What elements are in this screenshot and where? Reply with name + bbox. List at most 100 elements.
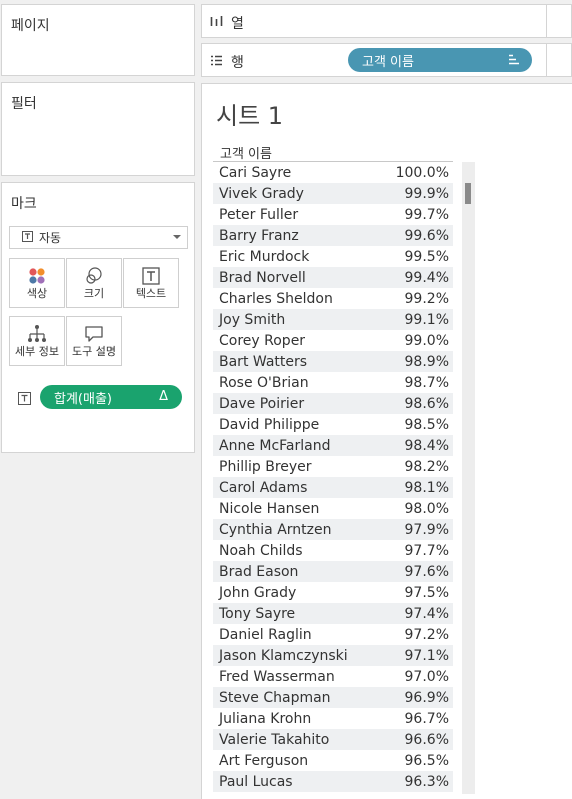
percent-value-cell[interactable]: 96.6%	[369, 732, 453, 748]
customer-name-cell[interactable]: Art Ferguson	[213, 753, 369, 769]
percent-value-cell[interactable]: 98.0%	[369, 501, 453, 517]
percent-value-cell[interactable]: 99.1%	[369, 312, 453, 328]
table-row[interactable]: Eric Murdock 99.5%	[213, 246, 453, 267]
table-row[interactable]: Corey Roper 99.0%	[213, 330, 453, 351]
customer-name-cell[interactable]: John Grady	[213, 585, 369, 601]
customer-name-cell[interactable]: Barry Franz	[213, 228, 369, 244]
percent-value-cell[interactable]: 99.0%	[369, 333, 453, 349]
customer-name-cell[interactable]: Bart Watters	[213, 354, 369, 370]
table-row[interactable]: Juliana Krohn 96.7%	[213, 708, 453, 729]
table-row[interactable]: Paul Lucas 96.3%	[213, 771, 453, 792]
table-row[interactable]: Bart Watters 98.9%	[213, 351, 453, 372]
table-row[interactable]: Daniel Raglin 97.2%	[213, 624, 453, 645]
customer-name-cell[interactable]: Cynthia Arntzen	[213, 522, 369, 538]
color-button[interactable]: 색상	[9, 258, 65, 308]
table-row[interactable]: Noah Childs 97.7%	[213, 540, 453, 561]
percent-value-cell[interactable]: 96.3%	[369, 774, 453, 790]
customer-name-pill[interactable]: 고객 이름	[348, 48, 532, 72]
percent-value-cell[interactable]: 97.5%	[369, 585, 453, 601]
scrollbar-thumb[interactable]	[465, 183, 471, 204]
customer-name-cell[interactable]: Valerie Takahito	[213, 732, 369, 748]
vertical-scrollbar[interactable]	[462, 162, 475, 794]
customer-name-cell[interactable]: Anne McFarland	[213, 438, 369, 454]
percent-value-cell[interactable]: 98.2%	[369, 459, 453, 475]
columns-shelf[interactable]: 열	[201, 4, 572, 38]
table-row[interactable]: Tony Sayre 97.4%	[213, 603, 453, 624]
customer-name-cell[interactable]: Eric Murdock	[213, 249, 369, 265]
percent-value-cell[interactable]: 99.9%	[369, 186, 453, 202]
table-row[interactable]: John Grady 97.5%	[213, 582, 453, 603]
table-row[interactable]: Phillip Breyer 98.2%	[213, 456, 453, 477]
percent-value-cell[interactable]: 99.6%	[369, 228, 453, 244]
percent-value-cell[interactable]: 99.5%	[369, 249, 453, 265]
table-row[interactable]: Fred Wasserman 97.0%	[213, 666, 453, 687]
tooltip-button[interactable]: 도구 설명	[66, 316, 122, 366]
customer-name-cell[interactable]: Charles Sheldon	[213, 291, 369, 307]
customer-name-cell[interactable]: Cari Sayre	[213, 165, 369, 181]
pages-panel[interactable]: 페이지	[1, 4, 195, 76]
percent-value-cell[interactable]: 99.4%	[369, 270, 453, 286]
table-row[interactable]: Carol Adams 98.1%	[213, 477, 453, 498]
percent-value-cell[interactable]: 97.4%	[369, 606, 453, 622]
table-row[interactable]: Art Ferguson 96.5%	[213, 750, 453, 771]
customer-name-cell[interactable]: Rose O'Brian	[213, 375, 369, 391]
rows-drop-area[interactable]	[546, 44, 571, 76]
table-row[interactable]: Barry Franz 99.6%	[213, 225, 453, 246]
customer-name-cell[interactable]: Vivek Grady	[213, 186, 369, 202]
percent-value-cell[interactable]: 96.7%	[369, 711, 453, 727]
percent-value-cell[interactable]: 96.5%	[369, 753, 453, 769]
columns-drop-area[interactable]	[546, 5, 571, 37]
percent-value-cell[interactable]: 96.9%	[369, 690, 453, 706]
table-row[interactable]: Valerie Takahito 96.6%	[213, 729, 453, 750]
percent-value-cell[interactable]: 97.6%	[369, 564, 453, 580]
text-button[interactable]: 텍스트	[123, 258, 179, 308]
table-row[interactable]: Cari Sayre 100.0%	[213, 162, 453, 183]
table-row[interactable]: Cynthia Arntzen 97.9%	[213, 519, 453, 540]
percent-value-cell[interactable]: 98.4%	[369, 438, 453, 454]
table-row[interactable]: Dave Poirier 98.6%	[213, 393, 453, 414]
percent-value-cell[interactable]: 99.7%	[369, 207, 453, 223]
percent-value-cell[interactable]: 97.0%	[369, 669, 453, 685]
table-row[interactable]: Rose O'Brian 98.7%	[213, 372, 453, 393]
table-row[interactable]: Anne McFarland 98.4%	[213, 435, 453, 456]
rows-shelf[interactable]: 행 고객 이름	[201, 43, 572, 77]
percent-value-cell[interactable]: 99.2%	[369, 291, 453, 307]
customer-name-cell[interactable]: Daniel Raglin	[213, 627, 369, 643]
percent-value-cell[interactable]: 98.7%	[369, 375, 453, 391]
customer-name-cell[interactable]: Tony Sayre	[213, 606, 369, 622]
sum-sales-pill[interactable]: 합계(매출) Δ	[40, 385, 182, 409]
filters-panel[interactable]: 필터	[1, 82, 195, 176]
percent-value-cell[interactable]: 97.7%	[369, 543, 453, 559]
customer-name-cell[interactable]: Dave Poirier	[213, 396, 369, 412]
customer-name-cell[interactable]: Juliana Krohn	[213, 711, 369, 727]
customer-name-cell[interactable]: Phillip Breyer	[213, 459, 369, 475]
percent-value-cell[interactable]: 97.9%	[369, 522, 453, 538]
table-row[interactable]: Steve Chapman 96.9%	[213, 687, 453, 708]
customer-name-cell[interactable]: Steve Chapman	[213, 690, 369, 706]
customer-name-cell[interactable]: Joy Smith	[213, 312, 369, 328]
table-row[interactable]: David Philippe 98.5%	[213, 414, 453, 435]
customer-name-cell[interactable]: Carol Adams	[213, 480, 369, 496]
customer-name-cell[interactable]: Brad Norvell	[213, 270, 369, 286]
percent-value-cell[interactable]: 98.6%	[369, 396, 453, 412]
table-row[interactable]: Brad Eason 97.6%	[213, 561, 453, 582]
mark-type-dropdown[interactable]: 자동	[9, 226, 188, 249]
customer-name-cell[interactable]: Noah Childs	[213, 543, 369, 559]
customer-name-cell[interactable]: Corey Roper	[213, 333, 369, 349]
table-row[interactable]: Charles Sheldon 99.2%	[213, 288, 453, 309]
customer-name-cell[interactable]: Nicole Hansen	[213, 501, 369, 517]
percent-value-cell[interactable]: 97.1%	[369, 648, 453, 664]
table-row[interactable]: Peter Fuller 99.7%	[213, 204, 453, 225]
table-row[interactable]: Vivek Grady 99.9%	[213, 183, 453, 204]
customer-name-cell[interactable]: Paul Lucas	[213, 774, 369, 790]
customer-name-cell[interactable]: Brad Eason	[213, 564, 369, 580]
customer-name-cell[interactable]: Fred Wasserman	[213, 669, 369, 685]
table-row[interactable]: Joy Smith 99.1%	[213, 309, 453, 330]
table-row[interactable]: Jason Klamczynski 97.1%	[213, 645, 453, 666]
column-header[interactable]: 고객 이름	[220, 143, 272, 162]
table-row[interactable]: Nicole Hansen 98.0%	[213, 498, 453, 519]
customer-name-cell[interactable]: David Philippe	[213, 417, 369, 433]
percent-value-cell[interactable]: 98.1%	[369, 480, 453, 496]
percent-value-cell[interactable]: 98.5%	[369, 417, 453, 433]
detail-button[interactable]: 세부 정보	[9, 316, 65, 366]
